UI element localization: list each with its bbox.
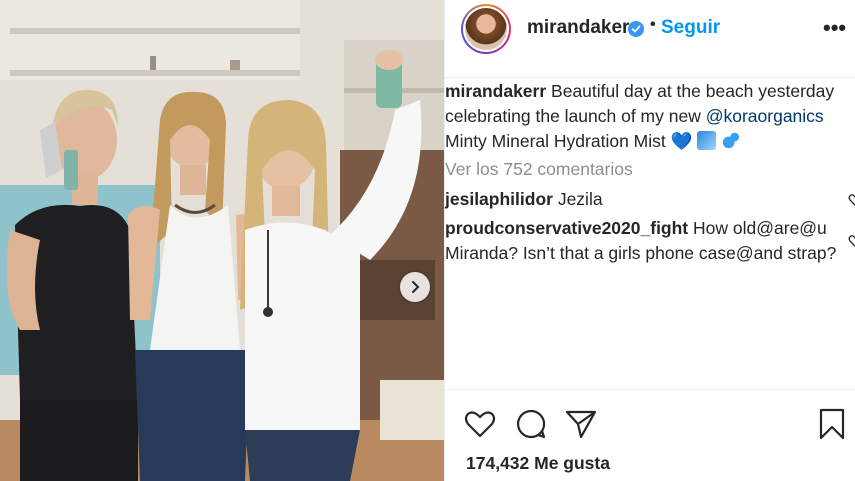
comment-text: Jezila — [557, 189, 603, 209]
avatar-story-ring[interactable] — [461, 4, 511, 54]
chevron-right-icon — [412, 281, 420, 293]
caption-text: celebrating the launch of my new — [445, 106, 701, 126]
comment-icon[interactable] — [514, 407, 548, 441]
next-image-button[interactable] — [400, 272, 430, 302]
caption-line: celebrating the launch of my new @koraor… — [445, 104, 850, 129]
share-icon[interactable] — [564, 407, 598, 441]
avatar — [465, 8, 507, 50]
comment-username[interactable]: jesilaphilidor — [445, 189, 553, 209]
post-caption: mirandakerr Beautiful day at the beach y… — [445, 79, 850, 154]
comment-text: How old@are@u — [693, 218, 827, 238]
droplets-emoji-icon — [721, 131, 741, 150]
bookmark-icon[interactable] — [815, 407, 849, 441]
post-actions-bar: 174,432 Me gusta — [445, 389, 855, 481]
likes-count[interactable]: 174,432 Me gusta — [466, 453, 610, 474]
comment-username[interactable]: proudconservative2020_fight — [445, 218, 688, 238]
photo-illustration — [0, 0, 444, 481]
separator-dot: • — [650, 16, 656, 33]
wave-emoji-icon — [697, 131, 717, 150]
caption-username[interactable]: mirandakerr — [445, 81, 546, 101]
comment-text-continued: Miranda? Isn’t that a girls phone case@a… — [445, 243, 837, 263]
blue-heart-emoji: 💙 — [670, 131, 693, 151]
caption-line: mirandakerr Beautiful day at the beach y… — [445, 79, 850, 104]
more-options-icon[interactable]: ••• — [823, 17, 846, 39]
comment-line: proudconservative2020_fight How old@are@… — [445, 216, 855, 241]
view-all-comments-link[interactable]: Ver los 752 comentarios — [445, 159, 633, 180]
avatar-frame — [463, 6, 509, 52]
post-header: mirandakerr • Seguir ••• — [445, 0, 855, 78]
comment-item: proudconservative2020_fight How old@are@… — [445, 216, 855, 266]
caption-text: Minty Mineral Hydration Mist — [445, 131, 666, 151]
heart-icon[interactable] — [463, 407, 497, 441]
comment-like-heart-icon[interactable] — [848, 193, 855, 207]
comment-item: jesilaphilidor Jezila — [445, 187, 855, 212]
post-photo[interactable] — [0, 0, 444, 481]
caption-line: Minty Mineral Hydration Mist 💙 — [445, 129, 850, 154]
follow-button[interactable]: Seguir — [661, 17, 720, 39]
author-username[interactable]: mirandakerr — [527, 17, 637, 39]
mention-link[interactable]: @koraorganics — [706, 106, 824, 126]
caption-text: Beautiful day at the beach yesterday — [551, 81, 835, 101]
verified-badge-icon — [628, 21, 644, 37]
post-details-panel: mirandakerr • Seguir ••• mirandakerr Bea… — [444, 0, 855, 481]
comment-like-heart-icon[interactable] — [848, 234, 855, 248]
